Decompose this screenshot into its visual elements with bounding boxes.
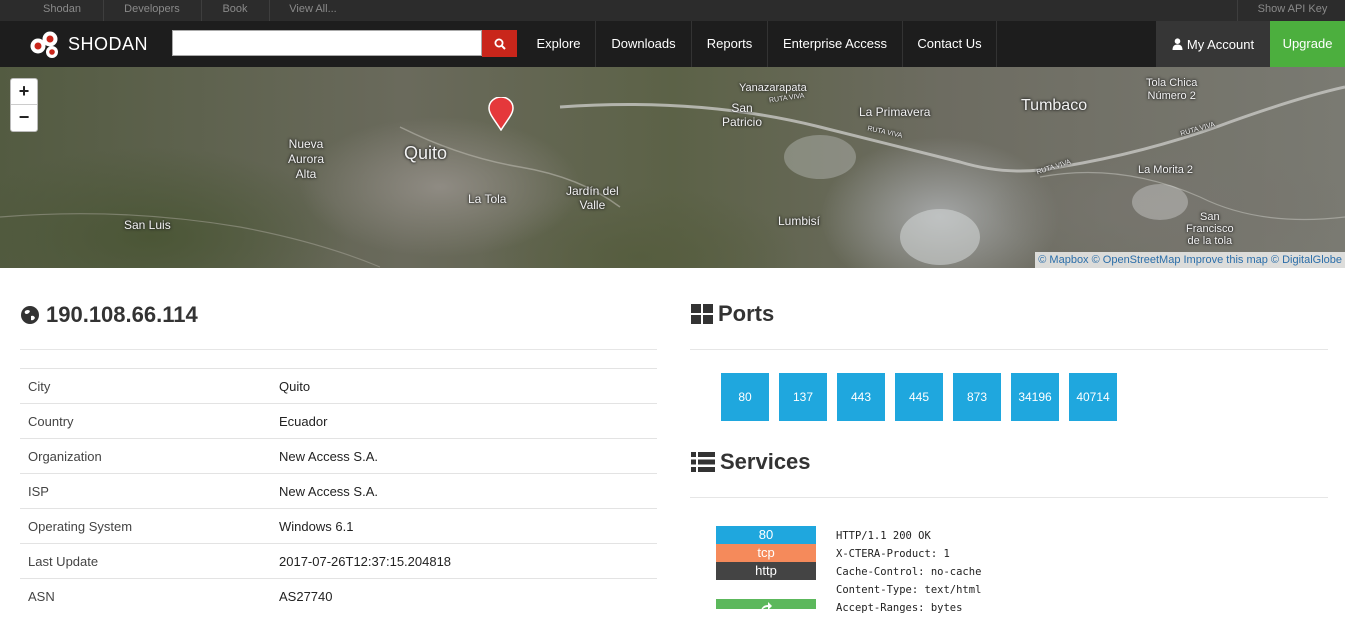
globe-icon xyxy=(21,306,39,324)
port-button[interactable]: 34196 xyxy=(1011,373,1059,421)
table-row: Operating System Windows 6.1 xyxy=(20,508,657,543)
map-label-jardin-del-valle: Jardín del Valle xyxy=(566,184,619,212)
table-row: Last Update 2017-07-26T12:37:15.204818 xyxy=(20,543,657,578)
list-icon xyxy=(691,452,715,472)
ports-heading: Ports xyxy=(691,299,774,329)
map-label-nueva-aurora: Nueva Aurora Alta xyxy=(288,137,325,181)
nav-downloads[interactable]: Downloads xyxy=(596,21,691,67)
row-value-isp: New Access S.A. xyxy=(279,484,378,499)
zoom-in-button[interactable]: + xyxy=(11,79,37,105)
row-key-last-update: Last Update xyxy=(28,554,99,569)
host-ip: 190.108.66.114 xyxy=(46,302,198,327)
nav-enterprise-access[interactable]: Enterprise Access xyxy=(768,21,902,67)
top-utility-bar: Shodan Developers Book View All... Show … xyxy=(0,0,1345,21)
top-divider xyxy=(1237,0,1238,21)
port-button[interactable]: 137 xyxy=(779,373,827,421)
row-key-os: Operating System xyxy=(28,519,133,534)
brand-name: SHODAN xyxy=(68,33,149,54)
zoom-out-button[interactable]: − xyxy=(11,105,37,131)
row-key-organization: Organization xyxy=(28,449,102,464)
map-label-san-francisco: San Francisco de la tola xyxy=(1186,211,1234,247)
row-value-organization[interactable]: New Access S.A. xyxy=(279,449,378,464)
map-label-la-morita: La Morita 2 xyxy=(1138,164,1194,176)
location-map[interactable]: Quito Nueva Aurora Alta San Luis La Tola… xyxy=(0,67,1345,268)
map-label-la-primavera: La Primavera xyxy=(859,105,931,119)
top-link-book[interactable]: Book xyxy=(202,0,268,21)
section-divider xyxy=(20,349,657,350)
nav-contact-us[interactable]: Contact Us xyxy=(903,21,996,67)
table-row: Country Ecuador xyxy=(20,403,657,438)
my-account-label: My Account xyxy=(1186,36,1255,52)
nav-reports[interactable]: Reports xyxy=(692,21,767,67)
map-zoom-control: + − xyxy=(10,78,38,132)
map-label-tola-chica: Tola Chica Número 2 xyxy=(1146,77,1198,102)
top-link-developers[interactable]: Developers xyxy=(104,0,200,21)
grid-icon xyxy=(691,304,713,324)
service-share-button[interactable] xyxy=(716,599,816,609)
port-button[interactable]: 873 xyxy=(953,373,1001,421)
service-protocol-badge: http xyxy=(716,562,816,580)
main-navbar: SHODAN Explore Downloads Reports Enterpr… xyxy=(0,21,1345,67)
user-icon xyxy=(1172,38,1183,50)
port-button[interactable]: 80 xyxy=(721,373,769,421)
table-row: Organization New Access S.A. xyxy=(20,438,657,473)
show-api-key-link[interactable]: Show API Key xyxy=(1240,0,1345,21)
row-value-city: Quito xyxy=(279,379,311,394)
row-value-asn: AS27740 xyxy=(279,589,333,604)
table-row: ISP New Access S.A. xyxy=(20,473,657,508)
services-title: Services xyxy=(720,449,811,474)
shodan-logo[interactable]: SHODAN xyxy=(28,29,148,59)
table-row: ASN AS27740 xyxy=(20,578,657,613)
map-marker-icon[interactable] xyxy=(488,97,514,131)
services-heading: Services xyxy=(691,447,811,477)
map-label-quito: Quito xyxy=(404,143,448,163)
upgrade-button[interactable]: Upgrade xyxy=(1270,21,1345,67)
row-key-country: Country xyxy=(28,414,74,429)
top-link-view-all[interactable]: View All... xyxy=(270,0,356,21)
table-row: City Quito xyxy=(20,368,657,403)
map-label-yanazarapata: Yanazarapata xyxy=(739,82,807,94)
row-value-country: Ecuador xyxy=(279,414,328,429)
section-divider xyxy=(690,349,1328,350)
service-port-badge: 80 xyxy=(716,526,816,544)
top-link-shodan[interactable]: Shodan xyxy=(22,0,102,21)
ports-title: Ports xyxy=(718,301,775,326)
host-info-table: City Quito Country Ecuador Organization … xyxy=(20,368,657,613)
search-input[interactable] xyxy=(172,30,482,56)
row-value-os: Windows 6.1 xyxy=(279,519,354,534)
map-label-san-luis: San Luis xyxy=(124,218,171,232)
nav-explore[interactable]: Explore xyxy=(522,21,595,67)
section-divider xyxy=(690,497,1328,498)
host-heading: 190.108.66.114 xyxy=(20,300,198,330)
row-value-last-update: 2017-07-26T12:37:15.204818 xyxy=(279,554,452,569)
row-key-asn: ASN xyxy=(28,589,55,604)
map-label-san-patricio: San Patricio xyxy=(722,101,763,129)
search-icon xyxy=(494,38,506,50)
port-button[interactable]: 445 xyxy=(895,373,943,421)
share-icon xyxy=(761,602,772,609)
my-account-button[interactable]: My Account xyxy=(1156,21,1270,67)
search-button[interactable] xyxy=(482,30,517,57)
row-key-city: City xyxy=(28,379,51,394)
row-key-isp: ISP xyxy=(28,484,49,499)
nav-divider xyxy=(996,21,997,67)
service-banner: HTTP/1.1 200 OK X-CTERA-Product: 1 Cache… xyxy=(836,530,982,614)
port-button[interactable]: 40714 xyxy=(1069,373,1117,421)
port-button[interactable]: 443 xyxy=(837,373,885,421)
map-label-la-tola: La Tola xyxy=(468,192,507,206)
map-label-tumbaco: Tumbaco xyxy=(1021,97,1088,114)
map-attribution[interactable]: © Mapbox © OpenStreetMap Improve this ma… xyxy=(1035,252,1345,268)
map-label-lumbisi: Lumbisí xyxy=(778,214,821,228)
service-transport-badge: tcp xyxy=(716,544,816,562)
shodan-logo-icon xyxy=(30,31,58,58)
